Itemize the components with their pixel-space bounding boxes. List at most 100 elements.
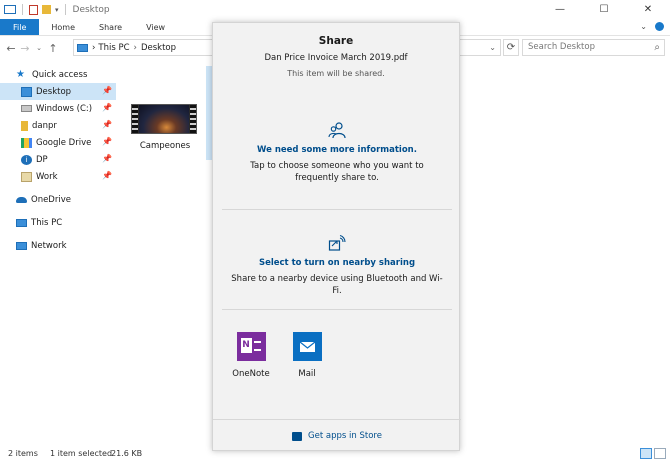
pin-icon: 📌 [102,137,112,146]
google-drive-icon [21,137,32,148]
divider [64,4,66,15]
folder-check-icon [21,171,32,182]
nav-label: danpr [32,120,57,131]
pin-icon: 📌 [102,103,112,112]
large-icons-view-button[interactable] [654,448,666,459]
nav-work[interactable]: Work 📌 [0,168,116,185]
get-apps-in-store-link[interactable]: Get apps in Store [213,419,461,452]
pin-icon: 📌 [102,120,112,129]
tab-view[interactable]: View [134,19,177,35]
pin-icon: 📌 [102,86,112,95]
nav-quick-access[interactable]: ★ Quick access [0,66,116,83]
item-count: 2 items [8,449,38,458]
close-button[interactable]: ✕ [626,0,670,19]
contacts-title: We need some more information. [257,145,417,155]
new-folder-icon[interactable] [42,5,51,14]
mail-icon [292,332,322,361]
app-name: OneNote [232,369,270,379]
nearby-sharing-section[interactable]: Select to turn on nearby sharing Share t… [213,234,461,297]
forward-button[interactable]: → [18,42,32,55]
address-dropdown-icon[interactable]: ⌄ [489,43,496,52]
nav-danpr[interactable]: danpr 📌 [0,117,116,134]
this-pc-icon [77,43,88,52]
tab-share[interactable]: Share [87,19,134,35]
share-app-list: N OneNote Mail [231,332,327,379]
share-app-onenote[interactable]: N OneNote [231,332,271,379]
nav-desktop[interactable]: Desktop 📌 [0,83,116,100]
nav-this-pc[interactable]: This PC [0,214,116,231]
nav-label: Network [31,240,67,251]
tab-home[interactable]: Home [39,19,87,35]
star-icon: ★ [16,69,25,80]
help-icon[interactable] [655,22,664,31]
people-icon [328,122,346,139]
pin-icon: 📌 [102,171,112,180]
selection-count: 1 item selected [50,449,113,458]
share-note: This item will be shared. [287,69,385,78]
nav-label: Windows (C:) [36,103,93,114]
cloud-icon [16,196,27,203]
nav-google-drive[interactable]: Google Drive 📌 [0,134,116,151]
desktop-icon [21,86,32,97]
nav-label: OneDrive [31,194,71,205]
onenote-icon: N [236,332,266,361]
details-view-button[interactable] [640,448,652,459]
share-app-mail[interactable]: Mail [287,332,327,379]
nav-dp[interactable]: i DP 📌 [0,151,116,168]
nearby-share-icon [328,234,346,251]
navigation-pane: ★ Quick access Desktop 📌 Windows (C:) 📌 … [0,66,116,436]
file-item[interactable]: Campeones [131,104,199,151]
divider [222,209,452,210]
share-title: Share [318,35,354,47]
quick-access-dropdown-icon[interactable]: ▾ [55,6,59,14]
search-input[interactable]: Search Desktop ⌕ [522,39,665,56]
properties-icon[interactable] [29,4,38,15]
shared-file-name: Dan Price Invoice March 2019.pdf [264,53,408,63]
info-icon: i [21,154,32,165]
minimize-button[interactable]: — [538,0,582,19]
pin-icon: 📌 [102,154,112,163]
breadcrumb-desktop[interactable]: Desktop [141,43,176,53]
app-name: Mail [298,369,316,379]
folder-icon [21,120,28,131]
nav-label: Work [36,171,58,182]
share-dialog: Share Dan Price Invoice March 2019.pdf T… [212,22,461,452]
tab-file[interactable]: File [0,19,40,35]
nav-network[interactable]: Network [0,237,116,254]
nav-label: Quick access [32,69,88,80]
divider [222,309,452,310]
network-icon [16,241,27,250]
contacts-section[interactable]: We need some more information. Tap to ch… [213,121,461,184]
search-icon: ⌕ [654,42,660,53]
title-bar: ▾ Desktop — ☐ ✕ [0,0,670,19]
nearby-body: Share to a nearby device using Bluetooth… [231,274,443,296]
divider [22,4,23,15]
nav-label: DP [36,154,48,165]
maximize-button[interactable]: ☐ [582,0,626,19]
nav-onedrive[interactable]: OneDrive [0,191,116,208]
selection-size: 21.6 KB [111,449,143,458]
video-thumbnail [131,104,197,134]
contacts-body: Tap to choose someone who you want to fr… [250,161,424,183]
search-placeholder: Search Desktop [528,42,595,52]
refresh-button[interactable]: ⟳ [503,39,519,56]
nav-label: Desktop [36,86,72,97]
computer-icon [16,218,27,227]
nav-windows-c[interactable]: Windows (C:) 📌 [0,100,116,117]
nav-label: Google Drive [36,137,92,148]
chevron-down-icon[interactable]: ⌄ [640,22,647,31]
store-bag-icon [292,431,303,441]
back-button[interactable]: ← [4,42,18,55]
nearby-title: Select to turn on nearby sharing [258,258,416,268]
up-button[interactable]: ↑ [46,42,60,55]
breadcrumb-this-pc[interactable]: This PC [98,43,129,53]
explorer-icon[interactable] [4,5,16,14]
store-link-label: Get apps in Store [308,431,382,441]
crumb-separator: › [92,42,96,53]
window-title: Desktop [72,4,110,15]
drive-icon [21,105,32,112]
crumb-separator: › [133,42,137,53]
recent-locations-button[interactable]: ⌄ [32,44,46,52]
nav-label: This PC [31,217,63,228]
file-name: Campeones [139,141,191,151]
